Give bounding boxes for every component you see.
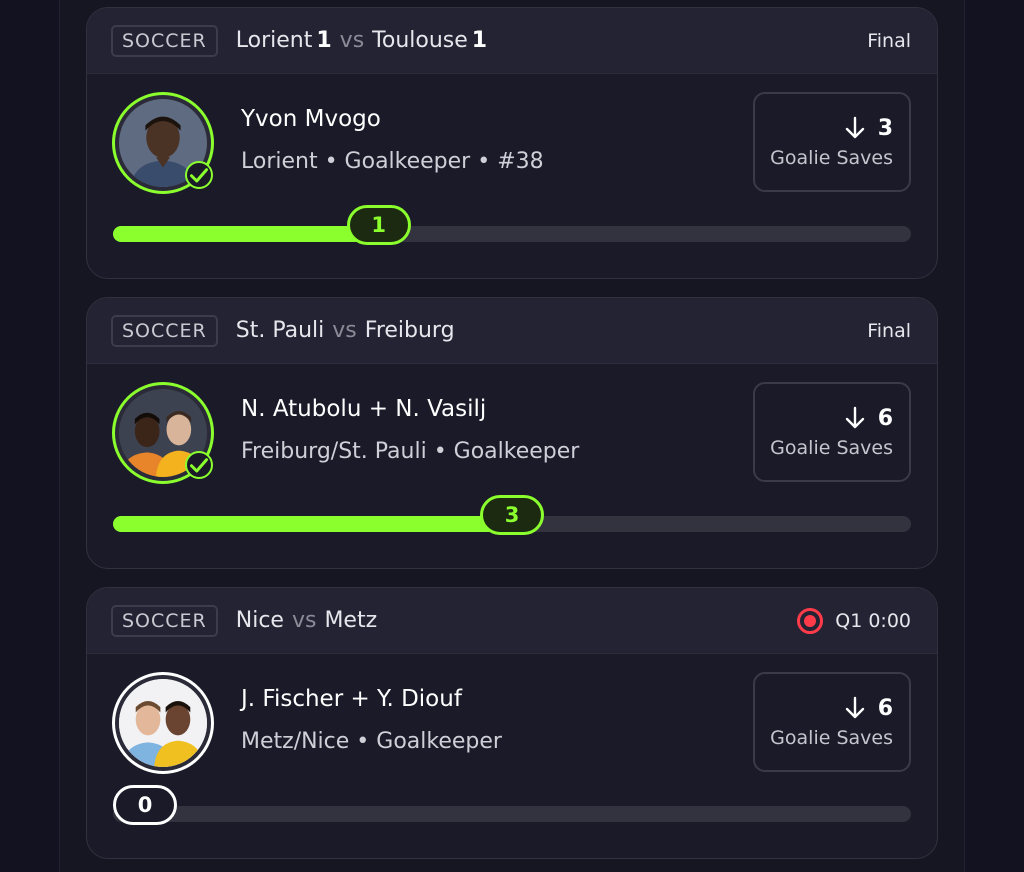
home-team: Lorient bbox=[235, 28, 313, 53]
sport-badge: SOCCER bbox=[111, 314, 218, 347]
vs-label: vs bbox=[291, 608, 317, 633]
prop-card[interactable]: SOCCER St. Pauli vs Freiburg Final N. At… bbox=[86, 297, 938, 569]
away-score: 1 bbox=[471, 28, 488, 53]
stat-value: 6 bbox=[877, 695, 893, 721]
stat-line: 6 bbox=[844, 406, 893, 431]
players-photo-icon bbox=[119, 679, 207, 767]
stat-line: 3 bbox=[844, 116, 893, 141]
stat-label: Goalie Saves bbox=[770, 726, 893, 749]
status-text: Q1 0:00 bbox=[835, 609, 911, 632]
vs-label: vs bbox=[339, 28, 365, 53]
stat-line-box[interactable]: 6 Goalie Saves bbox=[753, 672, 911, 772]
player-name: N. Atubolu + N. Vasilj bbox=[241, 396, 487, 422]
progress-value: 1 bbox=[346, 205, 411, 245]
progress-value: 0 bbox=[113, 785, 177, 825]
sport-badge: SOCCER bbox=[111, 604, 218, 637]
player-avatar[interactable] bbox=[112, 672, 214, 774]
card-body: J. Fischer + Y. Diouf Metz/Nice • Goalke… bbox=[87, 654, 937, 858]
right-rail bbox=[964, 0, 1024, 872]
progress-fill bbox=[113, 516, 512, 532]
progress-track: 0 bbox=[113, 785, 911, 825]
stat-line-box[interactable]: 3 Goalie Saves bbox=[753, 92, 911, 192]
player-name: Yvon Mvogo bbox=[241, 106, 381, 132]
prop-card[interactable]: SOCCER Lorient 1 vs Toulouse 1 Final Yvo… bbox=[86, 7, 938, 279]
check-circle-icon bbox=[185, 451, 213, 479]
card-body: Yvon Mvogo Lorient • Goalkeeper • #38 3 … bbox=[87, 74, 937, 278]
card-header: SOCCER Nice vs Metz Q1 0:00 bbox=[87, 588, 937, 654]
check-circle-icon bbox=[185, 161, 213, 189]
left-rail bbox=[0, 0, 60, 872]
home-team: Nice bbox=[235, 608, 284, 633]
matchup: Nice vs Metz bbox=[236, 608, 797, 633]
arrow-down-icon bbox=[845, 406, 864, 429]
arrow-down-icon bbox=[845, 116, 864, 139]
player-avatar[interactable] bbox=[112, 92, 214, 194]
player-name: J. Fischer + Y. Diouf bbox=[241, 686, 462, 712]
player-info: Lorient • Goalkeeper • #38 bbox=[241, 149, 544, 174]
stat-label: Goalie Saves bbox=[770, 146, 893, 169]
game-status: Final bbox=[867, 320, 911, 342]
away-team: Toulouse bbox=[372, 28, 468, 53]
progress-fill bbox=[113, 226, 379, 242]
progress-track: 3 bbox=[113, 495, 911, 535]
card-header: SOCCER St. Pauli vs Freiburg Final bbox=[87, 298, 937, 364]
prop-card[interactable]: SOCCER Nice vs Metz Q1 0:00 J. Fischer +… bbox=[86, 587, 938, 859]
home-score: 1 bbox=[316, 28, 332, 53]
status-text: Final bbox=[867, 319, 911, 342]
away-team: Metz bbox=[324, 608, 378, 633]
game-status: Final bbox=[867, 30, 911, 52]
vs-label: vs bbox=[332, 318, 357, 343]
progress-value: 3 bbox=[480, 495, 544, 535]
sport-badge: SOCCER bbox=[111, 24, 218, 57]
status-text: Final bbox=[867, 29, 911, 52]
player-info: Freiburg/St. Pauli • Goalkeeper bbox=[241, 439, 580, 464]
arrow-down-icon bbox=[845, 696, 864, 719]
card-header: SOCCER Lorient 1 vs Toulouse 1 Final bbox=[87, 8, 937, 74]
game-status: Q1 0:00 bbox=[797, 607, 911, 634]
live-record-icon bbox=[797, 607, 824, 634]
matchup: Lorient 1 vs Toulouse 1 bbox=[236, 28, 867, 53]
matchup: St. Pauli vs Freiburg bbox=[236, 318, 867, 343]
stat-line-box[interactable]: 6 Goalie Saves bbox=[753, 382, 911, 482]
stat-value: 6 bbox=[877, 405, 893, 431]
stat-label: Goalie Saves bbox=[770, 436, 893, 459]
player-info: Metz/Nice • Goalkeeper bbox=[241, 729, 502, 754]
stat-value: 3 bbox=[877, 115, 893, 141]
player-avatar[interactable] bbox=[112, 382, 214, 484]
home-team: St. Pauli bbox=[235, 318, 325, 343]
progress-track: 1 bbox=[113, 205, 911, 245]
card-body: N. Atubolu + N. Vasilj Freiburg/St. Paul… bbox=[87, 364, 937, 568]
stat-line: 6 bbox=[844, 696, 893, 721]
away-team: Freiburg bbox=[364, 318, 455, 343]
